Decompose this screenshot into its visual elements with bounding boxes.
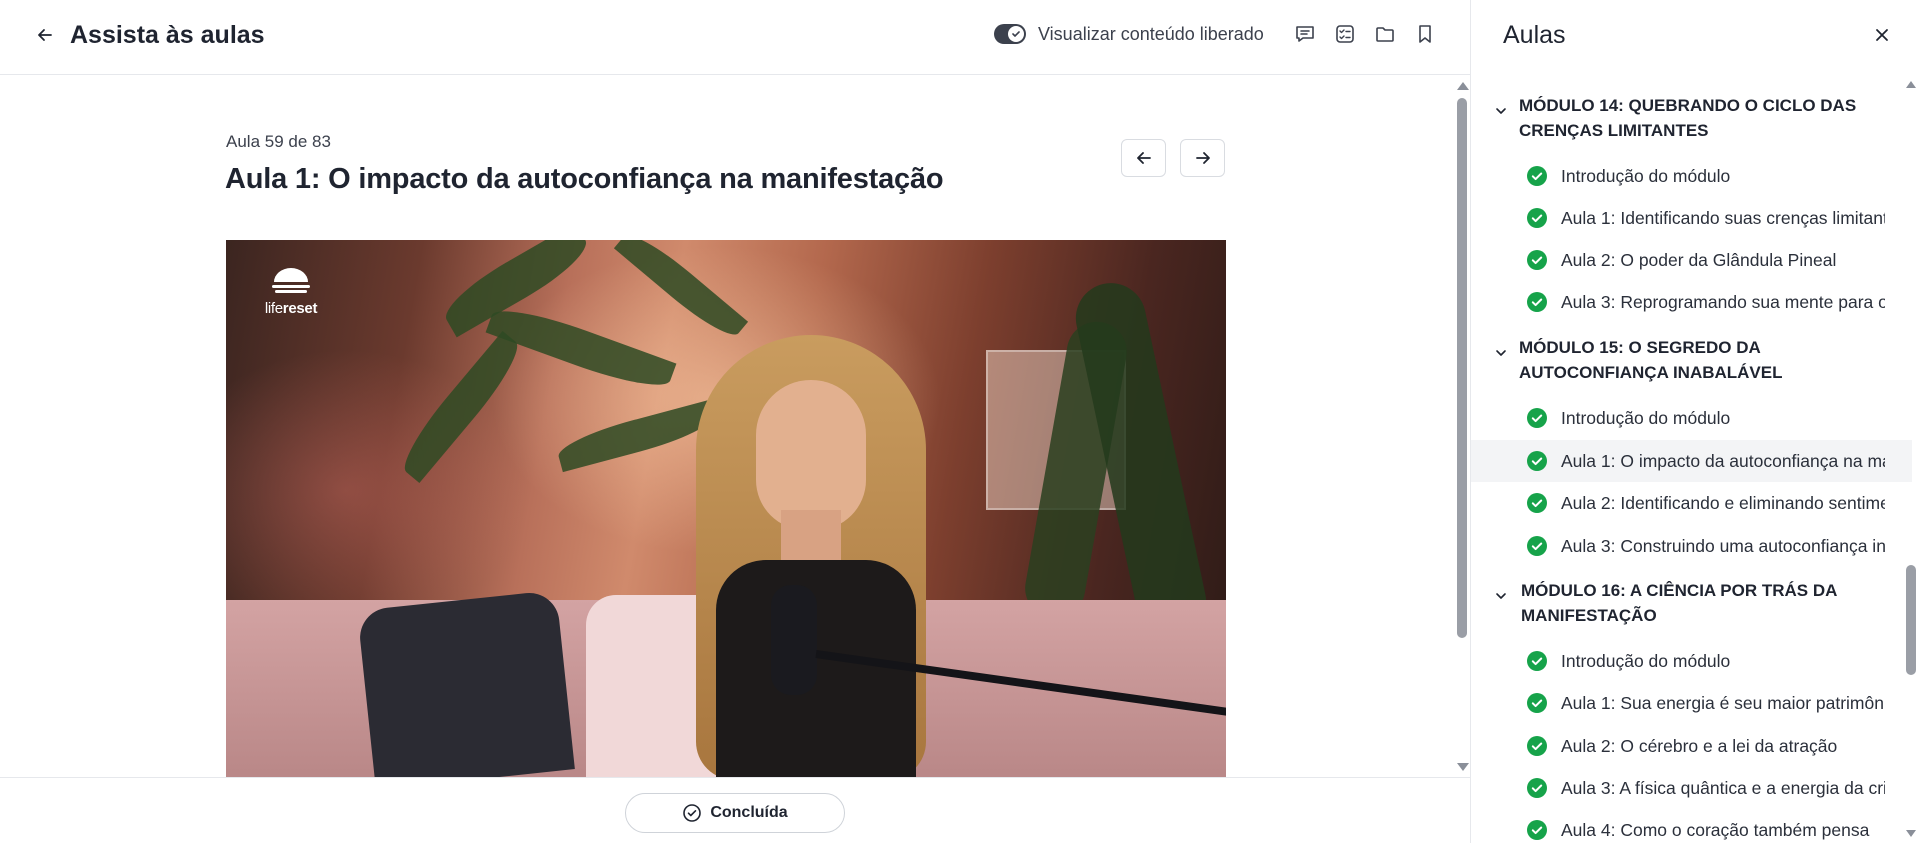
check-circle-icon [683, 804, 702, 822]
arrow-left-icon [1136, 152, 1151, 164]
lessons-list: MÓDULO 14: QUEBRANDO O CICLO DAS CRENÇAS… [1471, 75, 1912, 843]
bottom-bar: Concluída [0, 777, 1470, 843]
lesson-item-title: Aula 3: A física quântica e a energia da… [1561, 778, 1885, 798]
sunrise-logo-icon [272, 268, 310, 293]
check-circle-icon [1527, 493, 1547, 513]
lesson-item-title: Aula 3: Construindo uma autoconfiança in… [1561, 536, 1885, 556]
check-circle-icon [1527, 736, 1547, 756]
check-circle-icon [1527, 208, 1547, 228]
lesson-title: Aula 1: O impacto da autoconfiança na ma… [225, 163, 944, 195]
scroll-down-arrow[interactable] [1457, 763, 1469, 771]
lesson-item[interactable]: Aula 2: Identificando e eliminando senti… [1471, 482, 1912, 524]
materials-button[interactable] [1372, 21, 1398, 47]
lesson-item-title: Introdução do módulo [1561, 166, 1731, 186]
lesson-item-title: Aula 3: Reprogramando sua mente para o s… [1561, 292, 1885, 312]
video-frame-person-face [756, 380, 866, 530]
chevron-down-icon [1496, 593, 1506, 599]
scroll-down-arrow[interactable] [1906, 830, 1916, 837]
lesson-content: Aula 59 de 83 Aula 1: O impacto da autoc… [0, 76, 1470, 777]
back-button[interactable] [30, 20, 60, 50]
lesson-item[interactable]: Aula 3: A física quântica e a energia da… [1471, 767, 1912, 809]
check-circle-icon [1527, 166, 1547, 186]
lesson-item-active[interactable]: Aula 1: O impacto da autoconfiança na ma… [1471, 440, 1912, 482]
lesson-item-title: Aula 2: O cérebro e a lei da atração [1561, 736, 1838, 756]
lesson-item[interactable]: Introdução do módulo [1471, 640, 1912, 682]
page-title: Assista às aulas [70, 21, 265, 49]
module-header[interactable]: MÓDULO 14: QUEBRANDO O CICLO DAS CRENÇAS… [1471, 93, 1912, 145]
toggle-switch[interactable] [994, 24, 1026, 44]
check-circle-icon [1527, 693, 1547, 713]
comments-button[interactable] [1292, 21, 1318, 47]
scroll-up-arrow[interactable] [1906, 81, 1916, 88]
comment-icon [1296, 26, 1314, 42]
arrow-right-icon [1195, 152, 1210, 164]
video-player[interactable]: lifereset [226, 240, 1226, 777]
check-circle-icon [1527, 778, 1547, 798]
released-content-toggle[interactable]: Visualizar conteúdo liberado [994, 22, 1264, 46]
sidebar-scrollbar[interactable] [1904, 75, 1917, 843]
lesson-item[interactable]: Aula 3: Reprogramando sua mente para o s… [1471, 281, 1912, 323]
content-scrollbar[interactable] [1454, 76, 1470, 777]
lesson-item-title: Introdução do módulo [1561, 651, 1731, 671]
check-icon [1012, 31, 1020, 37]
module-title: MÓDULO 15: O SEGREDO DA AUTOCONFIANÇA IN… [1519, 338, 1783, 382]
scroll-thumb[interactable] [1906, 565, 1916, 675]
previous-lesson-button[interactable] [1121, 139, 1166, 177]
lesson-item[interactable]: Aula 2: O poder da Glândula Pineal [1471, 239, 1912, 281]
close-icon [1876, 29, 1888, 41]
sidebar-title: Aulas [1503, 21, 1566, 49]
video-frame-microphone [771, 585, 817, 695]
bookmark-icon [1419, 25, 1431, 43]
lesson-item-title: Aula 1: Identificando suas crenças limit… [1561, 208, 1885, 228]
lesson-item[interactable]: Introdução do módulo [1471, 155, 1912, 197]
lesson-item-title: Introdução do módulo [1561, 408, 1731, 428]
lesson-item[interactable]: Introdução do módulo [1471, 397, 1912, 439]
check-circle-icon [1527, 408, 1547, 428]
lesson-item[interactable]: Aula 2: O cérebro e a lei da atração [1471, 725, 1912, 767]
lesson-item[interactable]: Aula 3: Construindo uma autoconfiança in… [1471, 525, 1912, 567]
scroll-up-arrow[interactable] [1457, 82, 1469, 90]
lesson-item[interactable]: Aula 4: Como o coração também pensa [1471, 809, 1912, 843]
check-circle-icon [1527, 250, 1547, 270]
video-logo-text: lifereset [264, 300, 318, 317]
folder-icon [1376, 27, 1394, 42]
toggle-label: Visualizar conteúdo liberado [1038, 24, 1264, 44]
bookmark-button[interactable] [1412, 21, 1438, 47]
check-circle-icon [1527, 292, 1547, 312]
video-logo: lifereset [256, 268, 326, 320]
chevron-down-icon [1496, 108, 1506, 114]
module-header[interactable]: MÓDULO 15: O SEGREDO DA AUTOCONFIANÇA IN… [1471, 335, 1912, 387]
close-sidebar-button[interactable] [1869, 22, 1895, 48]
module-header[interactable]: MÓDULO 16: A CIÊNCIA POR TRÁS DA MANIFES… [1471, 578, 1912, 630]
check-circle-icon [1527, 820, 1547, 840]
main-panel: Assista às aulas Visualizar conteúdo lib… [0, 0, 1470, 843]
lesson-item-title: Aula 4: Como o coração também pensa [1561, 820, 1870, 840]
lesson-item-title: Aula 1: O impacto da autoconfiança na ma… [1561, 451, 1885, 471]
check-circle-icon [1527, 536, 1547, 556]
mark-complete-label: Concluída [710, 804, 788, 821]
top-bar: Assista às aulas Visualizar conteúdo lib… [0, 0, 1470, 75]
check-circle-icon [1527, 651, 1547, 671]
scroll-thumb[interactable] [1457, 98, 1467, 638]
lessons-sidebar: Aulas MÓDULO 14: QUEBRANDO O CICLO DAS C… [1470, 0, 1917, 843]
check-circle-icon [1527, 451, 1547, 471]
lesson-item-title: Aula 2: Identificando e eliminando senti… [1561, 493, 1885, 513]
toggle-knob [1008, 26, 1024, 42]
next-lesson-button[interactable] [1180, 139, 1225, 177]
mark-complete-button[interactable]: Concluída [625, 793, 845, 833]
checklist-icon [1336, 25, 1354, 43]
lesson-item[interactable]: Aula 1: Sua energia é seu maior patrimôn… [1471, 682, 1912, 724]
module-title: MÓDULO 14: QUEBRANDO O CICLO DAS CRENÇAS… [1519, 96, 1857, 140]
module-title: MÓDULO 16: A CIÊNCIA POR TRÁS DA MANIFES… [1521, 581, 1837, 625]
lesson-item-title: Aula 2: O poder da Glândula Pineal [1561, 250, 1837, 270]
video-frame-cushion [357, 590, 575, 777]
lesson-counter: Aula 59 de 83 [226, 132, 331, 151]
chevron-down-icon [1496, 350, 1506, 356]
checklist-button[interactable] [1332, 21, 1358, 47]
arrow-left-icon [38, 29, 52, 41]
lesson-item-title: Aula 1: Sua energia é seu maior patrimôn… [1561, 693, 1885, 713]
lesson-item[interactable]: Aula 1: Identificando suas crenças limit… [1471, 197, 1912, 239]
